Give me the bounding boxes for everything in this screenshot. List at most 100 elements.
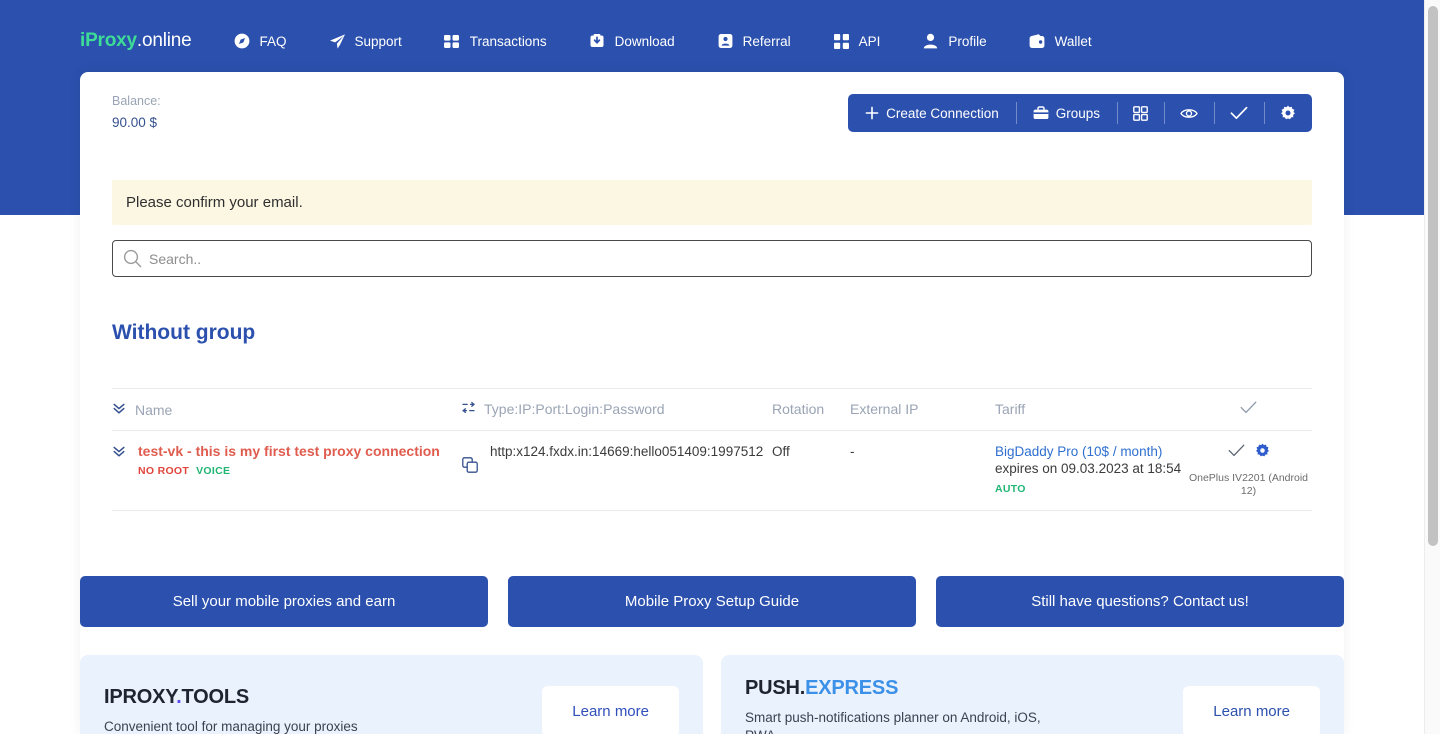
cta-section: Sell your mobile proxies and earn Mobile… xyxy=(80,552,1344,734)
card-top-bar: Balance: 90.00 $ Create Connection Group… xyxy=(80,72,1344,142)
gear-icon[interactable] xyxy=(1255,443,1270,463)
table-body: test-vk - this is my first test proxy co… xyxy=(112,431,1312,511)
shuffle-icon[interactable] xyxy=(462,401,475,417)
search-input[interactable] xyxy=(112,240,1312,277)
tariff-auto-badge: AUTO xyxy=(995,483,1185,495)
promo-title-iproxy-tools: IPROXY.TOOLS xyxy=(104,686,358,709)
external-ip-value: - xyxy=(850,444,855,459)
nav-item-download[interactable]: Download xyxy=(589,33,675,50)
badge-no-root: NO ROOT xyxy=(138,465,189,477)
promo-title-accent: TOOLS xyxy=(182,686,250,708)
referral-icon xyxy=(717,33,734,50)
rotation-value: Off xyxy=(772,444,790,459)
brand-logo[interactable]: iProxy.online xyxy=(80,30,191,52)
wallet-icon xyxy=(1029,33,1046,50)
promo-title-main: PUSH. xyxy=(745,677,805,699)
tariff-link[interactable]: BigDaddy Pro (10$ / month) xyxy=(995,444,1162,459)
th-proxy-label: Type:IP:Port:Login:Password xyxy=(484,401,665,417)
check-icon[interactable] xyxy=(1240,401,1257,417)
promo-title-accent: EXPRESS xyxy=(805,677,898,699)
promo-title-push-express: PUSH.EXPRESS xyxy=(745,677,1045,700)
nav-item-referral-label: Referral xyxy=(743,34,791,49)
page-scrollbar-track[interactable] xyxy=(1424,0,1440,734)
th-select[interactable] xyxy=(1185,389,1312,431)
groups-button[interactable]: Groups xyxy=(1016,94,1117,132)
promo-section: IPROXY.TOOLS Convenient tool for managin… xyxy=(80,655,1344,734)
nav-item-profile-label: Profile xyxy=(948,34,986,49)
grid-view-button[interactable] xyxy=(1117,94,1164,132)
connection-name-link[interactable]: test-vk - this is my first test proxy co… xyxy=(138,443,440,460)
device-label: OnePlus IV2201 (Android 12) xyxy=(1185,472,1312,498)
brand-logo-primary: iProxy xyxy=(80,30,137,51)
briefcase-icon xyxy=(1033,106,1049,120)
groups-label: Groups xyxy=(1056,106,1100,121)
nav-item-profile[interactable]: Profile xyxy=(922,33,986,50)
email-confirmation-alert: Please confirm your email. xyxy=(112,180,1312,225)
nav-item-support-label: Support xyxy=(355,34,402,49)
promo-learn-more-iproxy-tools[interactable]: Learn more xyxy=(542,686,679,734)
copy-icon[interactable] xyxy=(462,443,478,478)
settings-button[interactable] xyxy=(1264,94,1312,132)
table-header: Name Type:IP:Port:Login:Password Rotatio… xyxy=(112,389,1312,431)
balance-block: Balance: 90.00 $ xyxy=(112,92,161,133)
gear-icon xyxy=(1280,105,1296,121)
row-action-icons xyxy=(1185,443,1312,463)
nav-item-faq-label: FAQ xyxy=(259,34,286,49)
setup-guide-button[interactable]: Mobile Proxy Setup Guide xyxy=(508,576,916,627)
squares-icon xyxy=(833,33,850,50)
eye-icon xyxy=(1180,107,1198,120)
promo-text-block: PUSH.EXPRESS Smart push-notifications pl… xyxy=(745,677,1045,734)
connections-table: Name Type:IP:Port:Login:Password Rotatio… xyxy=(112,388,1312,511)
create-connection-label: Create Connection xyxy=(886,106,999,121)
table-row: test-vk - this is my first test proxy co… xyxy=(112,431,1312,511)
promo-subtitle-push-express: Smart push-notifications planner on Andr… xyxy=(745,709,1045,734)
promo-text-block: IPROXY.TOOLS Convenient tool for managin… xyxy=(104,686,358,734)
th-tariff-label: Tariff xyxy=(995,401,1025,417)
promo-title-main: IPROXY xyxy=(104,686,176,708)
plus-icon xyxy=(865,106,879,120)
cell-actions: OnePlus IV2201 (Android 12) xyxy=(1185,431,1312,511)
content-card: Balance: 90.00 $ Create Connection Group… xyxy=(80,72,1344,734)
nav-item-api[interactable]: API xyxy=(833,33,881,50)
nav-item-faq[interactable]: FAQ xyxy=(233,33,286,50)
user-icon xyxy=(922,33,939,50)
nav-item-api-label: API xyxy=(859,34,881,49)
alert-message: Please confirm your email. xyxy=(126,194,303,211)
th-name-label: Name xyxy=(135,402,172,418)
balance-value: 90.00 $ xyxy=(112,113,161,133)
compass-icon xyxy=(233,33,250,50)
promo-card-iproxy-tools: IPROXY.TOOLS Convenient tool for managin… xyxy=(80,655,703,734)
table-header-row: Name Type:IP:Port:Login:Password Rotatio… xyxy=(112,389,1312,431)
nav-item-support[interactable]: Support xyxy=(329,33,402,50)
paper-plane-icon xyxy=(329,33,346,50)
grid-view-icon xyxy=(1133,106,1148,121)
double-chevron-down-icon[interactable] xyxy=(112,401,126,418)
create-connection-button[interactable]: Create Connection xyxy=(848,94,1016,132)
th-proxy[interactable]: Type:IP:Port:Login:Password xyxy=(462,389,772,431)
check-icon[interactable] xyxy=(1228,444,1245,462)
th-name[interactable]: Name xyxy=(112,389,462,431)
th-tariff: Tariff xyxy=(995,389,1185,431)
grid-blocks-icon xyxy=(444,33,461,50)
double-chevron-down-icon[interactable] xyxy=(112,443,126,463)
brand-logo-secondary: .online xyxy=(137,30,192,51)
badge-voice: VOICE xyxy=(196,465,230,477)
select-all-button[interactable] xyxy=(1214,94,1264,132)
nav-item-transactions[interactable]: Transactions xyxy=(444,33,547,50)
page-scrollbar-thumb[interactable] xyxy=(1428,6,1438,546)
search-field-wrapper xyxy=(112,240,1312,277)
th-rotation-label: Rotation xyxy=(772,401,824,417)
contact-us-button[interactable]: Still have questions? Contact us! xyxy=(936,576,1344,627)
visibility-toggle-button[interactable] xyxy=(1164,94,1214,132)
sell-proxies-button[interactable]: Sell your mobile proxies and earn xyxy=(80,576,488,627)
cell-external-ip: - xyxy=(850,431,995,511)
promo-learn-more-push-express[interactable]: Learn more xyxy=(1183,686,1320,734)
top-navigation: iProxy.online FAQ Support Transactions xyxy=(0,0,1424,82)
balance-label: Balance: xyxy=(112,92,161,110)
nav-item-referral[interactable]: Referral xyxy=(717,33,791,50)
download-icon xyxy=(589,33,606,50)
cell-rotation: Off xyxy=(772,431,850,511)
nav-item-download-label: Download xyxy=(615,34,675,49)
cell-tariff: BigDaddy Pro (10$ / month) expires on 09… xyxy=(995,431,1185,511)
nav-item-wallet[interactable]: Wallet xyxy=(1029,33,1092,50)
